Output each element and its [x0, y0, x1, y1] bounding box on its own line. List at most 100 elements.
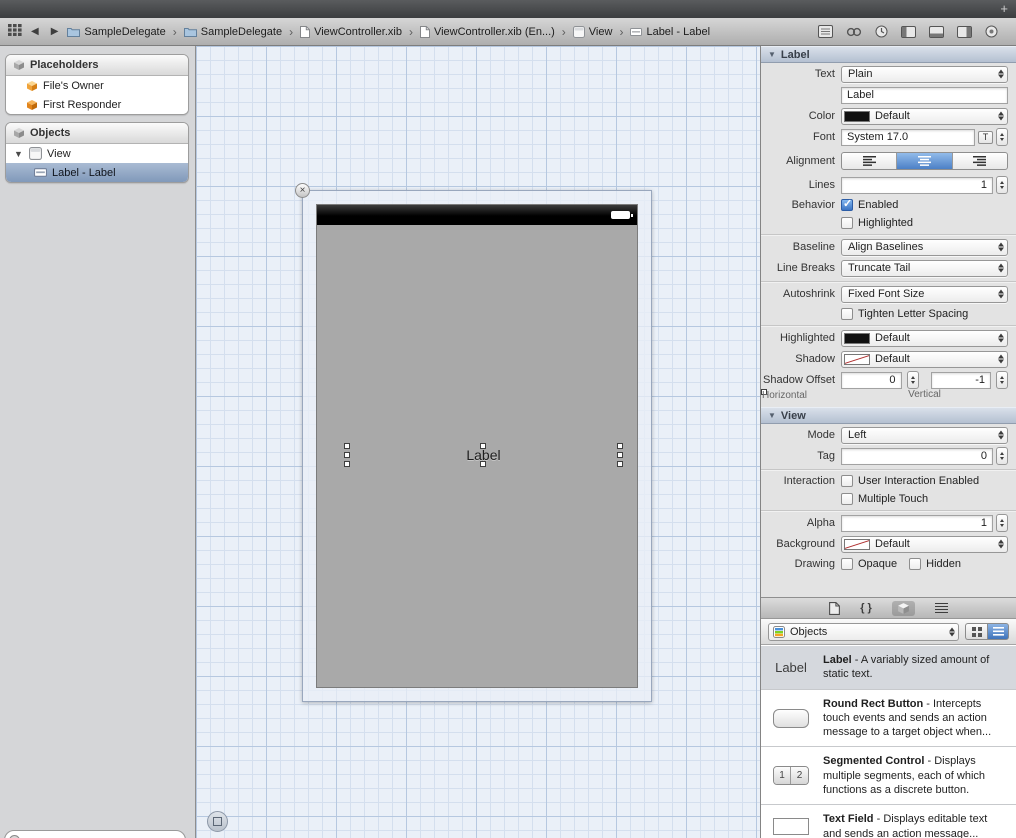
utilities-toggle-icon[interactable]	[957, 26, 972, 38]
breadcrumb-view[interactable]: View	[573, 26, 613, 38]
clear-color-swatch[interactable]	[844, 539, 870, 550]
tighten-letter-spacing-checkbox[interactable]	[841, 308, 853, 320]
debug-area-toggle-icon[interactable]	[929, 26, 944, 38]
forward-button[interactable]: ▶	[48, 26, 62, 37]
resize-handle-e[interactable]	[617, 452, 623, 458]
library-item-label[interactable]: Label Label - A variably sized amount of…	[761, 646, 1016, 690]
organizer-icon[interactable]	[985, 25, 998, 38]
files-owner-item[interactable]: File's Owner	[6, 76, 188, 95]
hidden-checkbox[interactable]	[909, 558, 921, 570]
tighten-row: Tighten Letter Spacing	[761, 305, 1016, 322]
shadow-offset-captions: Horizontal Vertical	[761, 389, 1016, 401]
label-text-field[interactable]: Label	[841, 87, 1008, 104]
list-view-button[interactable]	[987, 623, 1009, 640]
label-section-header[interactable]: ▼ Label	[761, 46, 1016, 63]
autoshrink-popup[interactable]: Fixed Font Size	[841, 286, 1008, 303]
enabled-checkbox[interactable]: ✓	[841, 199, 853, 211]
align-left-segment[interactable]	[842, 153, 897, 169]
resize-handle-se[interactable]	[617, 461, 623, 467]
first-responder-item[interactable]: First Responder	[6, 95, 188, 114]
resize-handle-nw[interactable]	[344, 443, 350, 449]
library-item-segmented-control[interactable]: 12 Segmented Control - Displays multiple…	[761, 747, 1016, 805]
shadow-color-row: Shadow Default	[761, 349, 1016, 369]
label-tree-item[interactable]: Label - Label	[6, 163, 188, 182]
lines-row: Lines 1	[761, 175, 1016, 195]
tag-field[interactable]: 0	[841, 448, 993, 465]
library-item-text-field[interactable]: Text Field - Displays editable text and …	[761, 805, 1016, 838]
baseline-popup[interactable]: Align Baselines	[841, 239, 1008, 256]
selected-label-frame[interactable]: Label	[348, 448, 619, 463]
color-swatch[interactable]	[844, 111, 870, 122]
font-field[interactable]: System 17.0	[841, 129, 975, 146]
shadow-offset-vertical-field[interactable]: -1	[931, 372, 992, 389]
lines-field[interactable]: 1	[841, 177, 993, 194]
breadcrumb-file[interactable]: ViewController.xib	[300, 26, 402, 38]
assistant-editor-icon[interactable]	[846, 26, 862, 38]
status-bar	[317, 205, 637, 225]
shadow-offset-horizontal-field[interactable]: 0	[841, 372, 902, 389]
objects-header: Objects	[6, 123, 188, 144]
editor-dock-button[interactable]	[207, 811, 228, 832]
close-icon[interactable]: ×	[295, 183, 310, 198]
tag-stepper[interactable]	[996, 447, 1008, 465]
autoshrink-row: Autoshrink Fixed Font Size	[761, 284, 1016, 304]
alignment-segmented-control	[841, 152, 1008, 170]
code-snippet-library-icon[interactable]: { }	[860, 602, 872, 614]
breadcrumb-label[interactable]: Label - Label	[630, 26, 710, 38]
shadow-offset-vertical-stepper[interactable]	[996, 371, 1008, 389]
text-type-popup[interactable]: Plain	[841, 66, 1008, 83]
mode-popup[interactable]: Left	[841, 427, 1008, 444]
breadcrumb-separator: ›	[619, 25, 623, 39]
align-right-segment[interactable]	[953, 153, 1007, 169]
clear-color-swatch[interactable]	[844, 354, 870, 365]
breadcrumb-localized-file[interactable]: ViewController.xib (En...)	[420, 26, 555, 38]
view-tree-item[interactable]: ▼ View	[6, 144, 188, 163]
opaque-checkbox[interactable]	[841, 558, 853, 570]
media-library-icon[interactable]	[935, 601, 948, 615]
color-swatch[interactable]	[844, 333, 870, 344]
align-center-segment[interactable]	[897, 153, 952, 169]
related-items-icon[interactable]	[8, 24, 22, 39]
line-breaks-popup[interactable]: Truncate Tail	[841, 260, 1008, 277]
grid-view-button[interactable]	[965, 623, 987, 640]
shadow-offset-horizontal-stepper[interactable]	[907, 371, 919, 389]
design-surface[interactable]: × Label	[302, 190, 652, 702]
standard-editor-icon[interactable]	[818, 25, 833, 38]
breadcrumb-project[interactable]: SampleDelegate	[67, 26, 165, 38]
editor-canvas[interactable]: × Label	[196, 46, 760, 838]
resize-handle-ne[interactable]	[617, 443, 623, 449]
interaction-label: Interaction	[761, 475, 841, 487]
view-section-header[interactable]: ▼ View	[761, 407, 1016, 424]
multiple-touch-checkbox[interactable]	[841, 493, 853, 505]
navigator-toggle-icon[interactable]	[901, 26, 916, 38]
library-item-round-rect-button[interactable]: Round Rect Button - Intercepts touch eve…	[761, 690, 1016, 748]
text-color-well[interactable]: Default	[841, 108, 1008, 125]
background-color-well[interactable]: Default	[841, 536, 1008, 553]
divider	[761, 281, 1016, 282]
lines-stepper[interactable]	[996, 176, 1008, 194]
alpha-field[interactable]: 1	[841, 515, 993, 532]
font-size-stepper[interactable]	[996, 128, 1008, 146]
back-button[interactable]: ◀	[28, 26, 42, 37]
resize-handle-sw[interactable]	[344, 461, 350, 467]
iphone-view[interactable]: Label	[316, 204, 638, 688]
alpha-stepper[interactable]	[996, 514, 1008, 532]
disclosure-triangle-icon[interactable]: ▼	[14, 149, 24, 159]
highlighted-checkbox[interactable]	[841, 217, 853, 229]
resize-handle-s[interactable]	[480, 461, 486, 467]
fullscreen-button[interactable]: +	[1000, 1, 1008, 16]
library-scope-popup[interactable]: Objects	[768, 623, 959, 641]
filter-field[interactable]	[4, 830, 186, 838]
resize-handle-w[interactable]	[344, 452, 350, 458]
highlighted-color-well[interactable]: Default	[841, 330, 1008, 347]
user-interaction-checkbox[interactable]	[841, 475, 853, 487]
version-editor-icon[interactable]	[875, 25, 888, 38]
breadcrumb-group[interactable]: SampleDelegate	[184, 26, 282, 38]
shadow-color-well[interactable]: Default	[841, 351, 1008, 368]
object-library-icon[interactable]	[892, 601, 915, 616]
resize-handle-n[interactable]	[480, 443, 486, 449]
popup-arrows-icon	[949, 627, 955, 636]
font-picker-button[interactable]: T	[978, 131, 993, 144]
baseline-label: Baseline	[761, 241, 841, 253]
file-template-library-icon[interactable]	[829, 602, 840, 615]
